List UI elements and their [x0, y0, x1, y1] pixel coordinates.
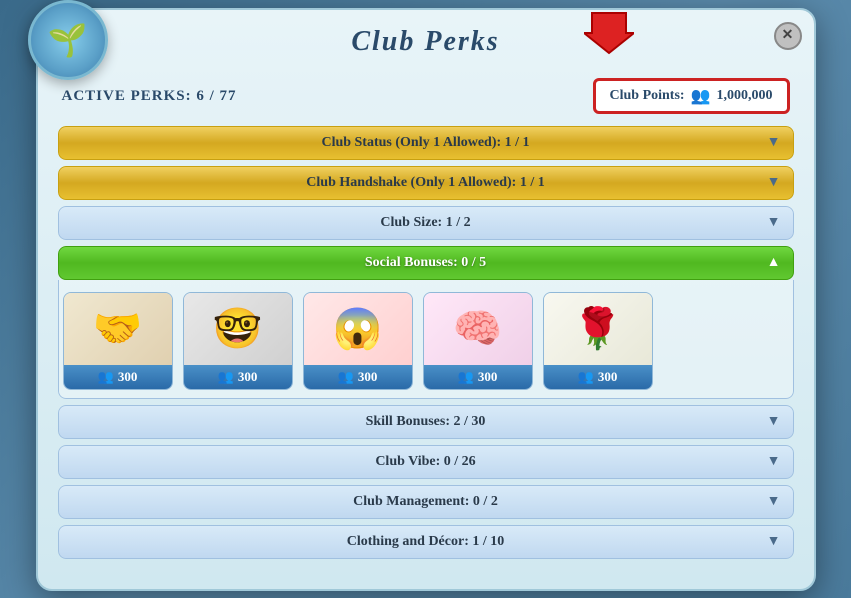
chevron-down-icon: ▼: [767, 494, 781, 510]
stats-row: Active Perks: 6 / 77 Club Points: 👥 1,00…: [58, 70, 794, 126]
people-icon: 👥: [218, 369, 234, 385]
section-club-management-header[interactable]: Club Management: 0 / 2 ▼: [58, 485, 794, 519]
section-club-vibe-header[interactable]: Club Vibe: 0 / 26 ▼: [58, 445, 794, 479]
perk-rose-image: 🌹: [544, 293, 652, 365]
section-clothing-decor: Clothing and Décor: 1 / 10 ▼: [58, 525, 794, 559]
people-icon: 👥: [98, 369, 114, 385]
section-club-status-label: Club Status (Only 1 Allowed): 1 / 1: [321, 135, 529, 151]
active-perks-info: Active Perks: 6 / 77: [62, 87, 237, 105]
section-club-handshake-label: Club Handshake (Only 1 Allowed): 1 / 1: [306, 175, 544, 191]
chevron-down-icon: ▼: [767, 534, 781, 550]
close-button[interactable]: ✕: [774, 22, 802, 50]
section-club-management: Club Management: 0 / 2 ▼: [58, 485, 794, 519]
perk-card-shout[interactable]: 😱 👥 300: [303, 292, 413, 390]
arrow-indicator: [584, 5, 634, 60]
club-logo: 🌱: [28, 0, 108, 80]
section-social-bonuses-header[interactable]: Social Bonuses: 0 / 5 ▲: [58, 246, 794, 280]
section-skill-bonuses: Skill Bonuses: 2 / 30 ▼: [58, 405, 794, 439]
section-club-vibe-label: Club Vibe: 0 / 26: [375, 454, 475, 470]
perk-brain-image: 🧠: [424, 293, 532, 365]
chevron-down-icon: ▼: [767, 135, 781, 151]
section-club-size-label: Club Size: 1 / 2: [380, 215, 470, 231]
modal-body: Active Perks: 6 / 77 Club Points: 👥 1,00…: [38, 70, 814, 559]
perk-glasses-cost: 👥 300: [184, 365, 292, 389]
section-skill-bonuses-label: Skill Bonuses: 2 / 30: [366, 414, 486, 430]
section-clothing-decor-label: Clothing and Décor: 1 / 10: [347, 534, 505, 550]
club-points-badge: Club Points: 👥 1,000,000: [593, 78, 790, 114]
chevron-down-icon: ▼: [767, 215, 781, 231]
section-club-management-label: Club Management: 0 / 2: [353, 494, 498, 510]
perk-card-rose[interactable]: 🌹 👥 300: [543, 292, 653, 390]
section-club-handshake-header[interactable]: Club Handshake (Only 1 Allowed): 1 / 1 ▼: [58, 166, 794, 200]
section-club-status-header[interactable]: Club Status (Only 1 Allowed): 1 / 1 ▼: [58, 126, 794, 160]
perk-shout-cost: 👥 300: [304, 365, 412, 389]
modal-header: 🌱 Club Perks ✕: [38, 10, 814, 70]
logo-plant-icon: 🌱: [48, 21, 88, 59]
chevron-up-icon: ▲: [767, 255, 781, 271]
perk-brain-cost: 👥 300: [424, 365, 532, 389]
section-club-size-header[interactable]: Club Size: 1 / 2 ▼: [58, 206, 794, 240]
social-bonuses-content: 🤝 👥 300 🤓 👥 300 😱: [58, 280, 794, 399]
section-clothing-decor-header[interactable]: Clothing and Décor: 1 / 10 ▼: [58, 525, 794, 559]
chevron-down-icon: ▼: [767, 175, 781, 191]
perk-shout-image: 😱: [304, 293, 412, 365]
chevron-down-icon: ▼: [767, 414, 781, 430]
modal-title: Club Perks: [98, 26, 754, 58]
club-perks-modal: 🌱 Club Perks ✕ Active Perks: 6 / 77 Club…: [36, 8, 816, 591]
perk-rose-cost: 👥 300: [544, 365, 652, 389]
section-club-handshake: Club Handshake (Only 1 Allowed): 1 / 1 ▼: [58, 166, 794, 200]
section-club-status: Club Status (Only 1 Allowed): 1 / 1 ▼: [58, 126, 794, 160]
people-icon: 👥: [458, 369, 474, 385]
club-points-value: 1,000,000: [717, 88, 773, 104]
section-skill-bonuses-header[interactable]: Skill Bonuses: 2 / 30 ▼: [58, 405, 794, 439]
people-icon: 👥: [691, 86, 711, 106]
chevron-down-icon: ▼: [767, 454, 781, 470]
perk-card-brain[interactable]: 🧠 👥 300: [423, 292, 533, 390]
perk-handshake-cost: 👥 300: [64, 365, 172, 389]
section-social-bonuses: Social Bonuses: 0 / 5 ▲ 🤝 👥 300 🤓: [58, 246, 794, 399]
active-perks-label: Active Perks: 6 / 77: [62, 88, 237, 104]
section-club-size: Club Size: 1 / 2 ▼: [58, 206, 794, 240]
perk-glasses-image: 🤓: [184, 293, 292, 365]
perks-grid: 🤝 👥 300 🤓 👥 300 😱: [59, 280, 793, 398]
people-icon: 👥: [338, 369, 354, 385]
section-social-bonuses-label: Social Bonuses: 0 / 5: [365, 255, 486, 271]
section-club-vibe: Club Vibe: 0 / 26 ▼: [58, 445, 794, 479]
people-icon: 👥: [578, 369, 594, 385]
perk-handshake-image: 🤝: [64, 293, 172, 365]
perk-card-handshake[interactable]: 🤝 👥 300: [63, 292, 173, 390]
perk-card-glasses[interactable]: 🤓 👥 300: [183, 292, 293, 390]
club-points-label: Club Points:: [610, 88, 685, 104]
